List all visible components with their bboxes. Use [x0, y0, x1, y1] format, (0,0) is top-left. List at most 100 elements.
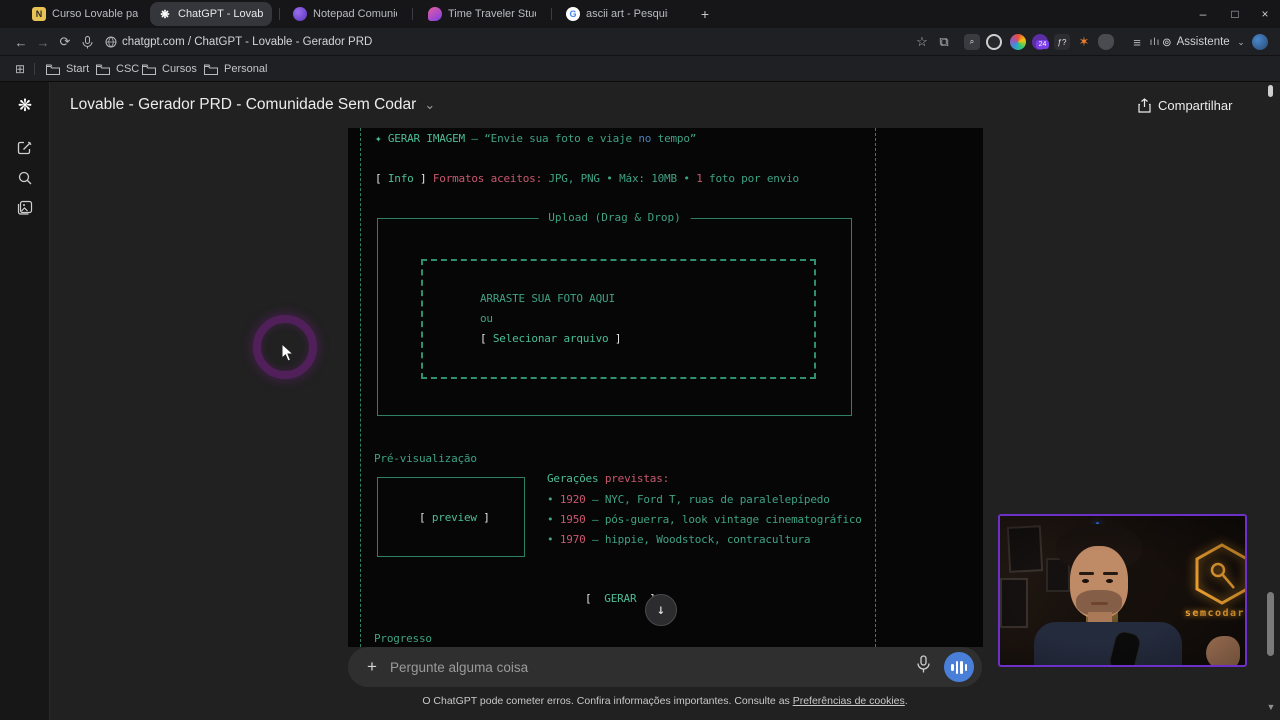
tab-title: Notepad Comunidade Sem C	[313, 8, 397, 20]
chatgpt-sidebar: ❋ RE	[0, 82, 50, 720]
progress-section-label: Progresso	[374, 632, 432, 645]
folder-icon	[96, 64, 110, 75]
ascii-border-left	[360, 128, 361, 647]
back-icon[interactable]: ←	[10, 28, 32, 56]
share-label: Compartilhar	[1158, 98, 1232, 113]
search-icon[interactable]	[0, 164, 50, 192]
extension-fx-icon[interactable]: ƒ?	[1054, 34, 1070, 50]
chatgpt-icon: ❋	[158, 7, 172, 21]
ascii-border-right	[875, 128, 876, 647]
browser-navbar: ← → ⟳ chatgpt.com / ChatGPT - Lovable - …	[0, 28, 1280, 56]
chatgpt-header: Lovable - Gerador PRD - Comunidade Sem C…	[50, 82, 1280, 128]
assistant-icon: ⊚	[1162, 35, 1172, 49]
folder-icon	[204, 64, 218, 75]
minimize-button[interactable]: –	[1186, 0, 1220, 28]
chevron-down-icon: ⌄	[424, 97, 435, 113]
tab-google-search[interactable]: G ascii art - Pesquisa Google	[558, 2, 676, 26]
dropzone-line2: ou	[480, 312, 493, 325]
tab-chatgpt-active[interactable]: ❋ ChatGPT - Lovable - Gerador	[150, 2, 272, 26]
disclaimer-text: O ChatGPT pode cometer erros. Confira in…	[422, 695, 792, 707]
site-info-icon[interactable]	[102, 28, 120, 56]
tab-title: Time Traveler Studio - Lovable	[448, 8, 536, 20]
share-button[interactable]: Compartilhar	[1126, 91, 1244, 119]
bookmark-star-icon[interactable]: ☆	[912, 28, 932, 56]
scrollbar-thumb[interactable]	[1267, 592, 1274, 656]
dropzone-line1: ARRASTE SUA FOTO AQUI	[480, 292, 615, 305]
forward-icon[interactable]: →	[32, 28, 54, 56]
url-bar[interactable]: chatgpt.com / ChatGPT - Lovable - Gerado…	[122, 28, 372, 56]
new-chat-icon[interactable]	[0, 134, 50, 162]
notepad-icon	[293, 7, 307, 21]
prd-ascii-document: ✦ GERAR IMAGEM — “Envie sua foto e viaje…	[348, 128, 983, 647]
message-input[interactable]	[390, 647, 830, 687]
mouse-cursor	[281, 343, 295, 363]
share-icon	[1138, 98, 1151, 113]
extension-starburst-icon[interactable]: ✶	[1076, 34, 1092, 50]
gerar-button-ascii: [ GERAR ]	[585, 592, 656, 605]
cookie-preferences-link[interactable]: Preferências de cookies	[793, 695, 905, 707]
library-images-icon[interactable]	[0, 194, 50, 222]
extension-visual-search-icon[interactable]: ⌕	[964, 34, 980, 50]
assistant-label: Assistente	[1177, 36, 1230, 48]
assistant-button[interactable]: ⊚ Assistente	[1162, 28, 1230, 56]
extension-colorwheel-icon[interactable]	[1010, 34, 1026, 50]
generation-item: • 1920 — NYC, Ford T, ruas de paralelepí…	[547, 493, 830, 506]
conversation-title-menu[interactable]: Lovable - Gerador PRD - Comunidade Sem C…	[70, 82, 435, 128]
bookmark-folder-csc[interactable]: CSC	[96, 56, 139, 82]
maximize-button[interactable]: □	[1218, 0, 1252, 28]
bookmark-folder-start[interactable]: Start	[46, 56, 89, 82]
dictate-mic-icon[interactable]	[916, 655, 931, 674]
disclaimer-period: .	[905, 695, 908, 707]
vignette	[1000, 516, 1245, 665]
scrollbar-down-arrow[interactable]: ▼	[1266, 702, 1276, 714]
scroll-to-bottom-button[interactable]: ↓	[645, 594, 677, 626]
close-button[interactable]: ×	[1248, 0, 1280, 28]
tab-title: ascii art - Pesquisa Google	[586, 8, 668, 20]
attach-plus-icon[interactable]: +	[360, 647, 384, 687]
disclaimer-footer: O ChatGPT pode cometer erros. Confira in…	[50, 695, 1280, 713]
notion-icon: N	[32, 7, 46, 21]
share-link-icon[interactable]: ⧉	[934, 28, 954, 56]
extension-ghost-icon[interactable]	[1098, 34, 1114, 50]
tab-title: Curso Lovable para Iniciantes	[52, 8, 138, 20]
screen: N Curso Lovable para Iniciantes ❋ ChatGP…	[0, 0, 1280, 720]
generation-item: • 1970 — hippie, Woodstock, contracultur…	[547, 533, 810, 546]
apps-grid-icon[interactable]: ⊞	[10, 56, 30, 82]
preview-section-label: Pré-visualização	[374, 452, 477, 465]
page-title: Lovable - Gerador PRD - Comunidade Sem C…	[70, 96, 416, 114]
toolbar-chevron-icon[interactable]: ⌄	[1232, 28, 1250, 56]
bookmark-label: Personal	[224, 63, 267, 75]
generation-item: • 1950 — pós-guerra, look vintage cinema…	[547, 513, 862, 526]
voice-search-mic-icon[interactable]	[76, 28, 98, 56]
preview-box: [ preview ]	[377, 477, 525, 557]
bookmark-folder-personal[interactable]: Personal	[204, 56, 267, 82]
reading-list-icon[interactable]: ≡	[1128, 28, 1146, 56]
profile-avatar[interactable]	[1252, 34, 1268, 50]
prd-info-line: [ Info ] Formatos aceitos: JPG, PNG • Má…	[375, 172, 799, 185]
extension-clock-icon[interactable]	[986, 34, 1002, 50]
tab-curso-lovable[interactable]: N Curso Lovable para Iniciantes	[24, 2, 146, 26]
tab-notepad[interactable]: Notepad Comunidade Sem C	[285, 2, 405, 26]
folder-icon	[46, 64, 60, 75]
tab-time-traveler[interactable]: Time Traveler Studio - Lovable	[420, 2, 544, 26]
upload-box-legend: Upload (Drag & Drop)	[538, 211, 690, 224]
generations-title: Gerações previstas:	[547, 472, 669, 485]
bookmarks-bar: ⊞ Start CSC Cursos Personal	[0, 56, 1280, 82]
webcam-overlay: semcodar	[998, 514, 1247, 667]
select-file-button: [ Selecionar arquivo ]	[480, 332, 621, 345]
voice-mode-button[interactable]	[944, 652, 974, 682]
bookmark-label: Start	[66, 63, 89, 75]
openai-logo-icon: ❋	[0, 92, 50, 120]
upload-box: Upload (Drag & Drop) ARRASTE SUA FOTO AQ…	[377, 218, 852, 416]
tab-title: ChatGPT - Lovable - Gerador	[178, 8, 264, 20]
reload-icon[interactable]: ⟳	[54, 28, 76, 56]
browser-tab-strip: N Curso Lovable para Iniciantes ❋ ChatGP…	[0, 0, 1280, 28]
dropzone: ARRASTE SUA FOTO AQUI ou [ Selecionar ar…	[421, 259, 816, 379]
prd-section-title: ✦ GERAR IMAGEM — “Envie sua foto e viaje…	[375, 132, 696, 145]
bookmark-folder-cursos[interactable]: Cursos	[142, 56, 197, 82]
extension-badge: 24	[1036, 40, 1049, 49]
chat-composer: +	[348, 647, 982, 687]
google-icon: G	[566, 7, 580, 21]
new-tab-button[interactable]: +	[694, 4, 716, 24]
scrollbar-top-nub[interactable]	[1268, 85, 1273, 97]
